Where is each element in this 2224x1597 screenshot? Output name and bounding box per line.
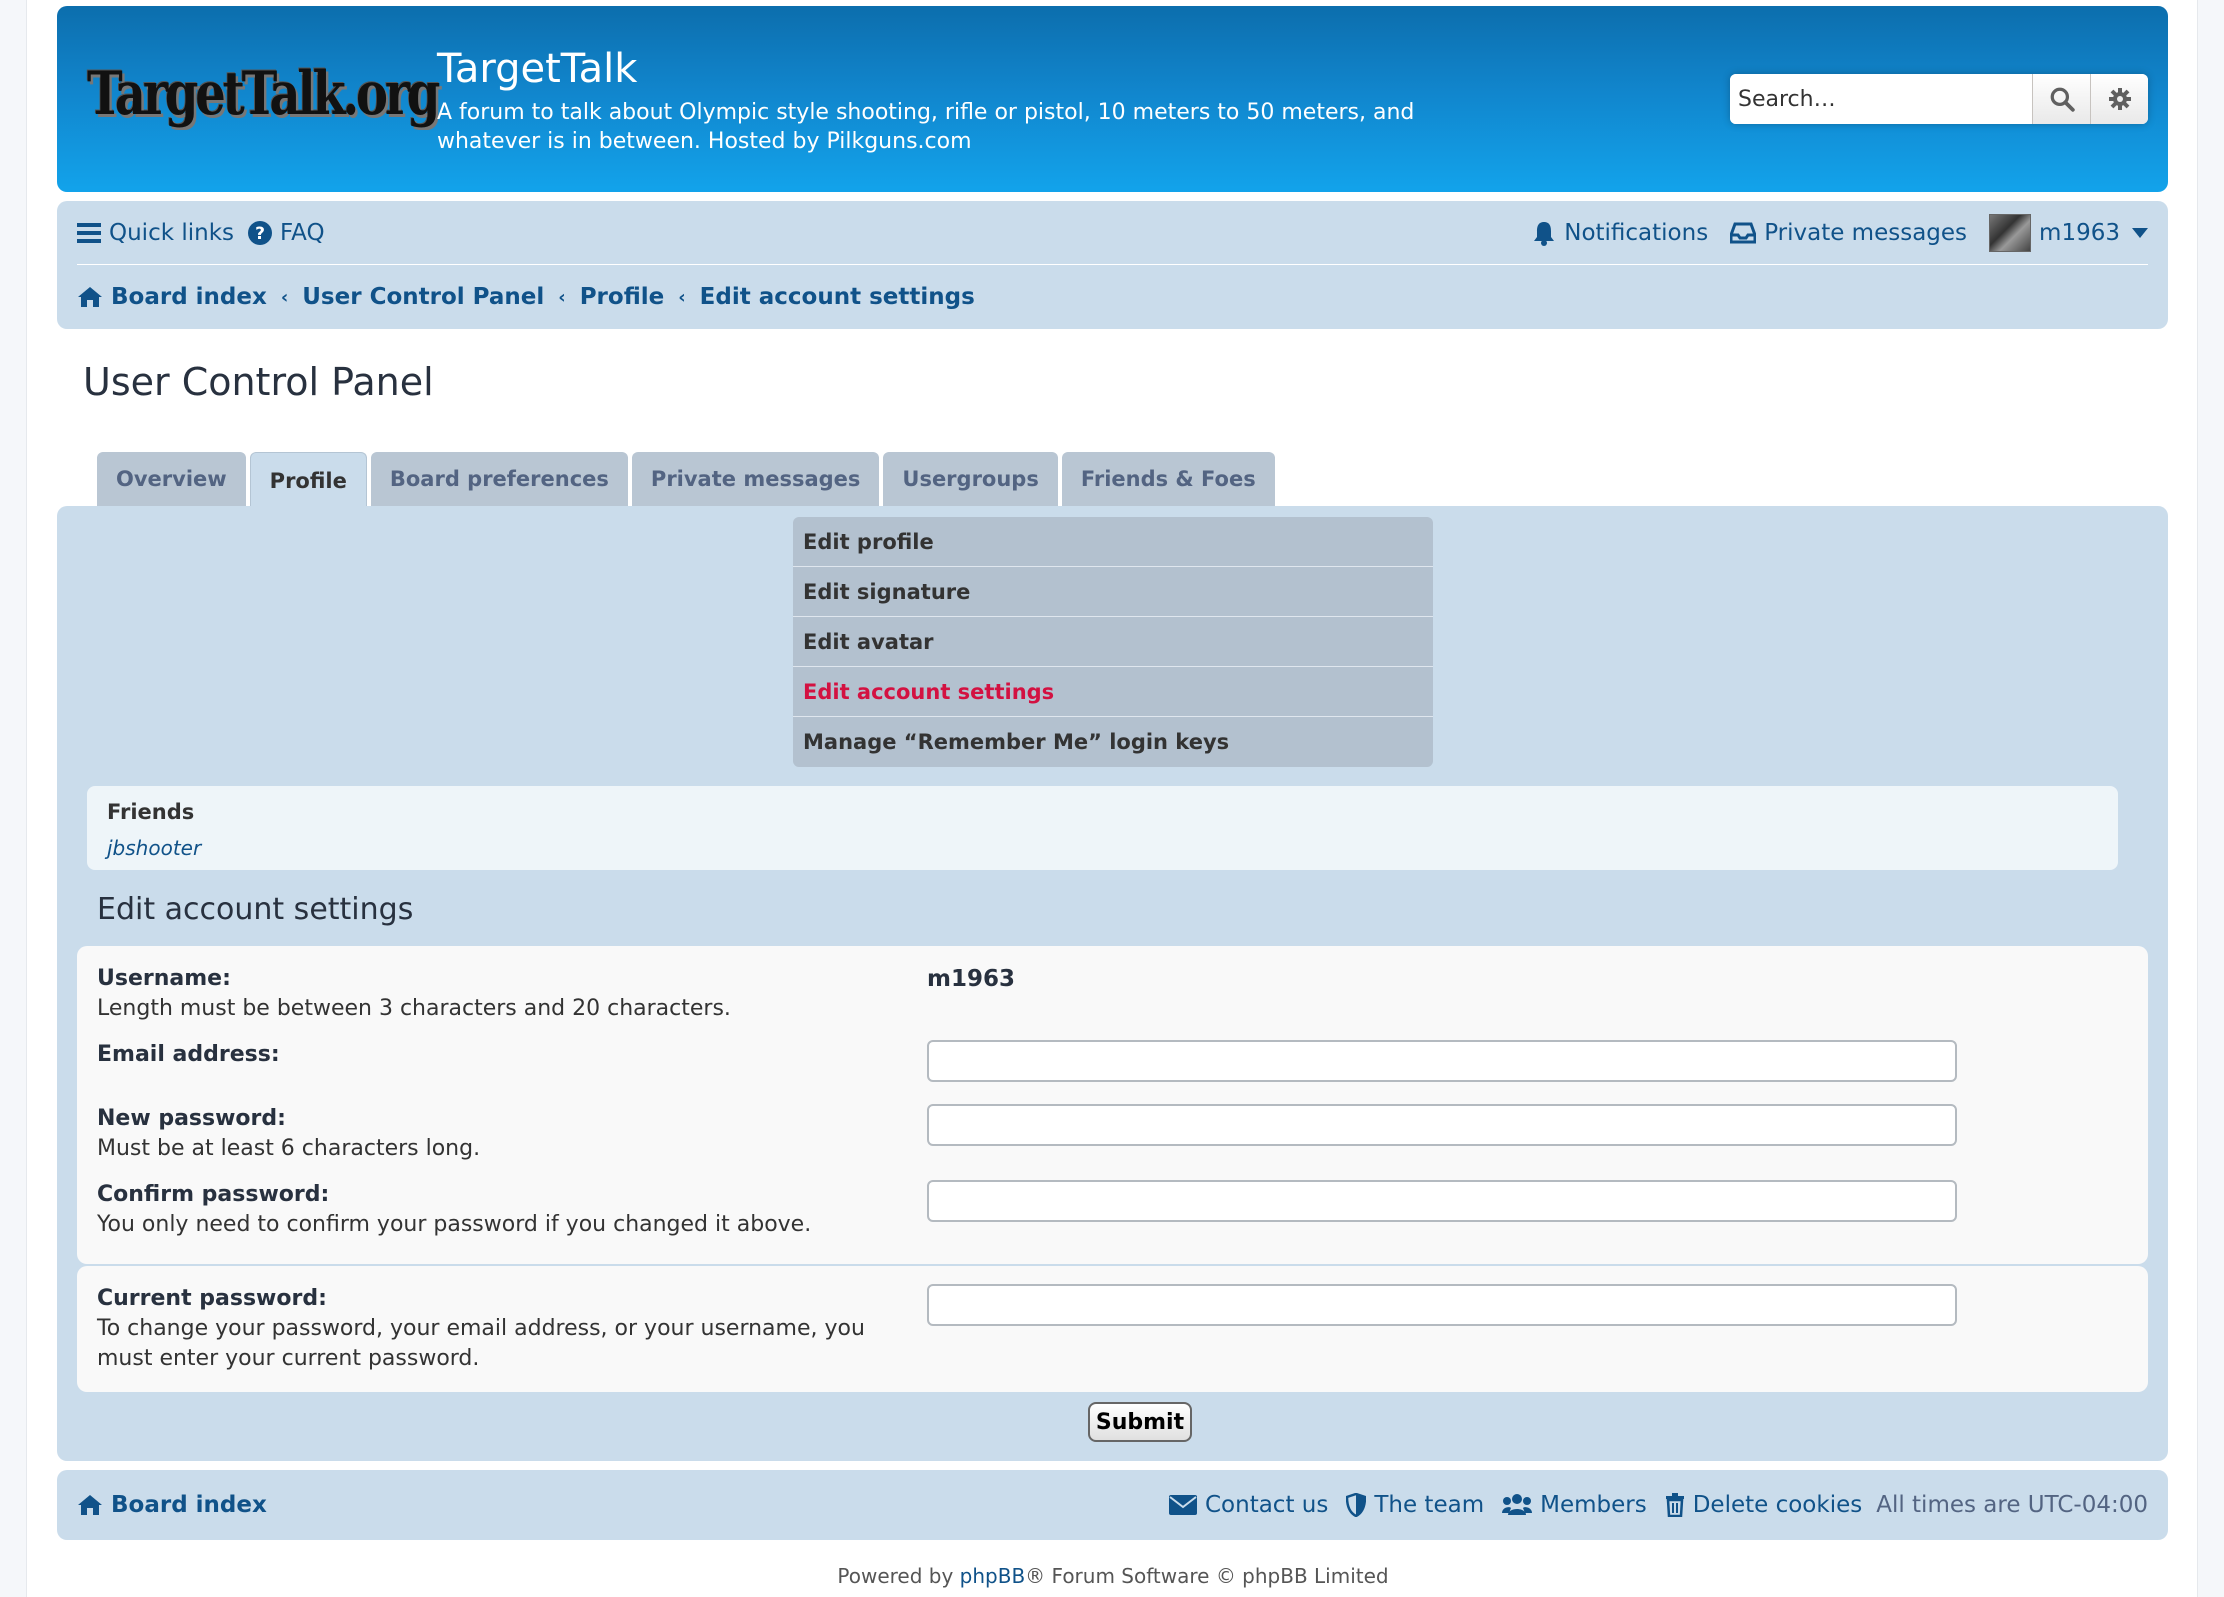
submenu-edit-profile[interactable]: Edit profile bbox=[793, 517, 1433, 567]
breadcrumb-ucp[interactable]: User Control Panel bbox=[302, 284, 544, 310]
tab-board-preferences[interactable]: Board preferences bbox=[370, 452, 628, 506]
phpbb-link[interactable]: phpBB bbox=[960, 1564, 1026, 1588]
notifications-label: Notifications bbox=[1564, 219, 1709, 246]
search-button[interactable] bbox=[2032, 74, 2090, 124]
notifications-button[interactable]: Notifications bbox=[1532, 220, 1708, 246]
ucp-tabs: Overview Profile Board preferences Priva… bbox=[97, 452, 1279, 508]
site-logo[interactable]: TargetTalk.org bbox=[87, 46, 440, 142]
ucp-panel: Edit profile Edit signature Edit avatar … bbox=[57, 506, 2168, 1461]
friends-box: Friends jbshooter bbox=[87, 786, 2118, 870]
tab-private-messages[interactable]: Private messages bbox=[631, 452, 880, 506]
breadcrumb-separator: ‹ bbox=[678, 286, 686, 308]
username-explain: Length must be between 3 characters and … bbox=[97, 996, 731, 1021]
delete-cookies-link[interactable]: Delete cookies bbox=[1665, 1492, 1862, 1518]
home-icon bbox=[78, 287, 102, 307]
contact-us-link[interactable]: Contact us bbox=[1168, 1492, 1328, 1518]
faq-label: FAQ bbox=[280, 219, 325, 246]
search-input[interactable] bbox=[1730, 74, 2032, 124]
users-icon bbox=[1502, 1494, 1533, 1515]
username-field: Username: Length must be between 3 chara… bbox=[97, 964, 947, 1024]
confirm-password-explain: You only need to confirm your password i… bbox=[97, 1212, 812, 1237]
menu-icon bbox=[77, 222, 101, 243]
advanced-search-button[interactable] bbox=[2090, 74, 2148, 124]
envelope-icon bbox=[1168, 1495, 1197, 1515]
friend-link[interactable]: jbshooter bbox=[107, 836, 2098, 860]
svg-text:?: ? bbox=[255, 224, 265, 244]
user-menu-button[interactable]: m1963 bbox=[1989, 213, 2148, 252]
timezone-text: All times are UTC-04:00 bbox=[1876, 1492, 2148, 1518]
submit-button[interactable]: Submit bbox=[1088, 1402, 1192, 1442]
site-description: A forum to talk about Olympic style shoo… bbox=[437, 100, 1415, 154]
tab-profile[interactable]: Profile bbox=[249, 452, 367, 508]
quick-links-label: Quick links bbox=[109, 219, 235, 246]
footer-links: Contact us The team Members Delete cooki… bbox=[1151, 1492, 2148, 1518]
nav-user-area: Notifications Private messages m1963 bbox=[1510, 213, 2148, 252]
email-field: Email address: bbox=[97, 1040, 947, 1070]
question-circle-icon: ? bbox=[248, 220, 273, 245]
submenu-remember-me-keys[interactable]: Manage “Remember Me” login keys bbox=[793, 717, 1433, 767]
breadcrumb-edit-account-settings[interactable]: Edit account settings bbox=[700, 284, 975, 310]
tab-overview[interactable]: Overview bbox=[97, 452, 246, 506]
breadcrumb-separator: ‹ bbox=[280, 286, 289, 308]
current-password-explain: To change your password, your email addr… bbox=[97, 1316, 865, 1371]
search-box bbox=[1730, 74, 2148, 124]
current-password-field: Current password: To change your passwor… bbox=[97, 1284, 927, 1374]
page: TargetTalk.org TargetTalk A forum to tal… bbox=[26, 0, 2198, 1597]
shield-icon bbox=[1346, 1493, 1367, 1517]
gear-icon bbox=[2108, 88, 2131, 110]
current-password-input[interactable] bbox=[927, 1284, 1957, 1326]
breadcrumb-separator: ‹ bbox=[558, 286, 566, 308]
nav-top-row: Quick links ? FAQ Notifications Private … bbox=[77, 201, 2148, 265]
friends-title: Friends bbox=[107, 800, 195, 824]
username-label: Username: bbox=[97, 966, 231, 991]
breadcrumb-profile[interactable]: Profile bbox=[580, 284, 665, 310]
confirm-password-input[interactable] bbox=[927, 1180, 1957, 1222]
bell-icon bbox=[1534, 221, 1555, 246]
submenu-edit-signature[interactable]: Edit signature bbox=[793, 567, 1433, 617]
inbox-icon bbox=[1730, 222, 1757, 243]
private-messages-link[interactable]: Private messages bbox=[1730, 220, 1967, 246]
breadcrumb: Board index ‹ User Control Panel ‹ Profi… bbox=[77, 265, 975, 329]
tab-friends-foes[interactable]: Friends & Foes bbox=[1061, 452, 1275, 506]
email-label: Email address: bbox=[97, 1042, 280, 1067]
the-team-link[interactable]: The team bbox=[1346, 1492, 1484, 1518]
caret-down-icon bbox=[2132, 227, 2148, 238]
home-icon bbox=[78, 1495, 102, 1515]
private-messages-label: Private messages bbox=[1764, 219, 1968, 246]
members-link[interactable]: Members bbox=[1502, 1492, 1647, 1518]
footer-navbar: Board index Contact us The team Members … bbox=[57, 1470, 2168, 1540]
username-label: m1963 bbox=[2039, 219, 2120, 246]
new-password-explain: Must be at least 6 characters long. bbox=[97, 1136, 481, 1161]
current-password-fieldset: Current password: To change your passwor… bbox=[77, 1266, 2148, 1392]
submenu-edit-avatar[interactable]: Edit avatar bbox=[793, 617, 1433, 667]
tab-usergroups[interactable]: Usergroups bbox=[883, 452, 1058, 506]
current-password-label: Current password: bbox=[97, 1286, 327, 1311]
profile-submenu: Edit profile Edit signature Edit avatar … bbox=[793, 517, 1433, 767]
confirm-password-field: Confirm password: You only need to confi… bbox=[97, 1180, 947, 1240]
footer-board-index-link[interactable]: Board index bbox=[77, 1492, 267, 1518]
trash-icon bbox=[1665, 1493, 1684, 1517]
email-input[interactable] bbox=[927, 1040, 1957, 1082]
search-icon bbox=[2050, 87, 2075, 112]
copyright: Powered by phpBB® Forum Software © phpBB… bbox=[837, 1564, 1389, 1588]
account-fieldset: Username: Length must be between 3 chara… bbox=[77, 946, 2148, 1264]
breadcrumb-board-index[interactable]: Board index bbox=[77, 284, 267, 310]
faq-link[interactable]: ? FAQ bbox=[248, 220, 325, 246]
quick-links-button[interactable]: Quick links bbox=[77, 220, 234, 246]
site-header: TargetTalk.org TargetTalk A forum to tal… bbox=[57, 6, 2168, 192]
avatar bbox=[1989, 213, 2032, 252]
username-value: m1963 bbox=[927, 966, 1015, 992]
section-heading: Edit account settings bbox=[97, 892, 414, 927]
submenu-edit-account-settings[interactable]: Edit account settings bbox=[793, 667, 1433, 717]
new-password-field: New password: Must be at least 6 charact… bbox=[97, 1104, 947, 1164]
page-title: User Control Panel bbox=[83, 360, 434, 404]
confirm-password-label: Confirm password: bbox=[97, 1182, 330, 1207]
navbar: Quick links ? FAQ Notifications Private … bbox=[57, 201, 2168, 329]
new-password-input[interactable] bbox=[927, 1104, 1957, 1146]
site-title: TargetTalk bbox=[437, 46, 638, 92]
new-password-label: New password: bbox=[97, 1106, 286, 1131]
